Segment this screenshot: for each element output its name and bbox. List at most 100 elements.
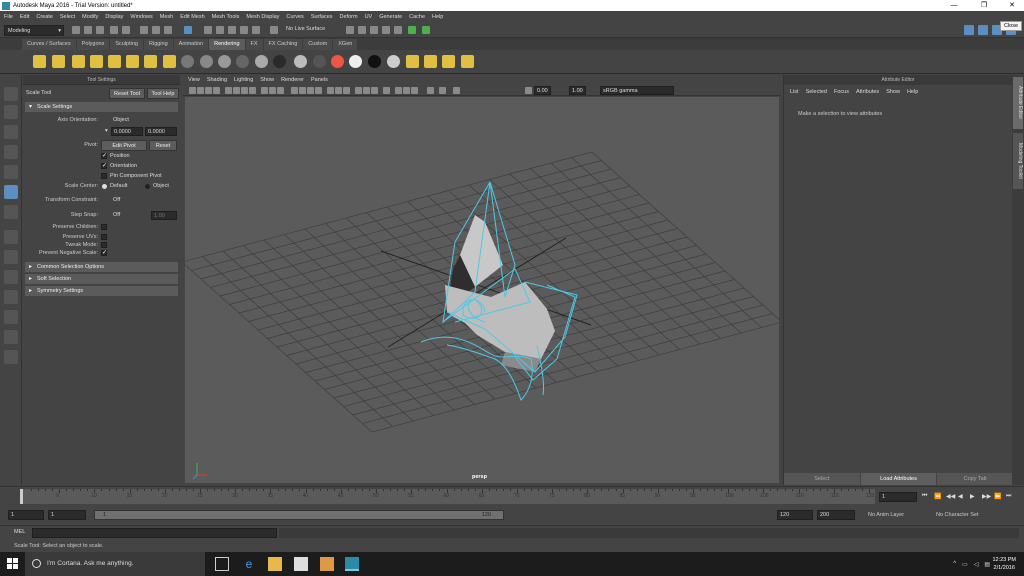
perspective-viewport[interactable]: persp (181, 97, 783, 483)
multisample-aa-icon[interactable] (371, 87, 378, 94)
ramp-shader-icon[interactable] (331, 55, 344, 68)
menu-curves[interactable]: Curves (286, 14, 303, 20)
grid-toggle-icon[interactable] (225, 87, 232, 94)
modeling-toolkit-tab[interactable]: Modeling Toolkit (1013, 133, 1023, 189)
menu-help[interactable]: Help (432, 14, 443, 20)
command-input[interactable] (32, 528, 277, 538)
blinn-shader-icon[interactable] (181, 55, 194, 68)
menu-windows[interactable]: Windows (130, 14, 152, 20)
gamma-icon[interactable] (453, 87, 460, 94)
minimize-button[interactable]: — (940, 0, 968, 11)
gate-mask-icon[interactable] (249, 87, 256, 94)
viewport-menu-renderer[interactable]: Renderer (281, 77, 304, 83)
playback-button-0[interactable]: ⏮ (922, 493, 927, 500)
playback-button-6[interactable]: ⏩ (994, 493, 1001, 500)
persp-graph-icon[interactable] (4, 290, 18, 304)
axis-dropdown-icon[interactable]: ▾ (103, 127, 111, 136)
menu-select[interactable]: Select (60, 14, 75, 20)
depth-of-field-icon[interactable] (383, 87, 390, 94)
camera-attributes-icon[interactable] (197, 87, 204, 94)
menu-uv[interactable]: UV (365, 14, 373, 20)
black-shader-icon[interactable] (368, 55, 381, 68)
character-set-dropdown[interactable]: No Character Set (936, 512, 979, 518)
redo-icon[interactable] (122, 26, 130, 34)
bookmark-icon[interactable] (205, 87, 212, 94)
playback-button-5[interactable]: ▶▶ (982, 493, 991, 500)
select-camera-icon[interactable] (189, 87, 196, 94)
close-button[interactable]: ✕ (998, 0, 1024, 11)
outliner-layout-icon[interactable] (4, 330, 18, 344)
shelf-tab-sculpting[interactable]: Sculpting (110, 39, 143, 50)
common-selection-options-header[interactable]: Common Selection Options (25, 262, 178, 272)
snap-view-icon[interactable] (240, 26, 248, 34)
snap-grid-icon[interactable] (204, 26, 212, 34)
render-settings-icon[interactable] (394, 26, 402, 34)
white-shader-icon[interactable] (349, 55, 362, 68)
menu-create[interactable]: Create (36, 14, 53, 20)
wireframe-icon[interactable] (291, 87, 298, 94)
xgen-icon[interactable] (422, 26, 430, 34)
soft-selection-header[interactable]: Soft Selection (25, 274, 178, 284)
shelf-tab-custom[interactable]: Custom (303, 39, 333, 50)
preserve-children-checkbox[interactable] (101, 224, 107, 230)
lasso-tool-icon[interactable] (4, 105, 18, 119)
field-chart-icon[interactable] (261, 87, 268, 94)
ipr-render-icon[interactable] (382, 26, 390, 34)
shelf-tab-curves-surfaces[interactable]: Curves / Surfaces (22, 39, 76, 50)
store-icon[interactable] (294, 557, 308, 571)
snap-surface-icon[interactable] (252, 26, 260, 34)
playback-end-field[interactable]: 120 (777, 510, 813, 520)
axis-field-2[interactable]: 0.0000 (145, 127, 177, 136)
reset-pivot-button[interactable]: Reset (149, 140, 177, 151)
image-plane-icon[interactable] (213, 87, 220, 94)
move-tool-icon[interactable] (4, 145, 18, 159)
anim-layer-dropdown[interactable]: No Anim Layer (868, 512, 904, 518)
maya-taskbar-icon[interactable] (345, 557, 359, 571)
menu-mesh-tools[interactable]: Mesh Tools (212, 14, 240, 20)
scale-center-object-radio[interactable] (145, 184, 150, 189)
file-explorer-icon[interactable] (268, 557, 282, 571)
shadows-icon[interactable] (343, 87, 350, 94)
select-button[interactable]: Select (784, 473, 860, 485)
volume-icon[interactable]: ◁ (974, 561, 979, 568)
camera-aim-icon[interactable] (163, 55, 176, 68)
paint-select-icon[interactable] (4, 125, 18, 139)
viewport-menu-panels[interactable]: Panels (311, 77, 328, 83)
directional-light-icon[interactable] (52, 55, 65, 68)
toon-shader-icon[interactable] (387, 55, 400, 68)
render-frame-icon[interactable] (370, 26, 378, 34)
spot-light-icon[interactable] (90, 55, 103, 68)
ocean-shader-icon[interactable] (273, 55, 286, 68)
menu-edit[interactable]: Edit (20, 14, 29, 20)
ae-menu-help[interactable]: Help (907, 89, 918, 95)
step-snap-dropdown[interactable]: Off (113, 212, 120, 218)
color-space-dropdown[interactable]: sRGB gamma (600, 86, 674, 95)
office-app-icon[interactable] (320, 557, 334, 571)
current-time-marker[interactable] (20, 489, 23, 504)
menu-modify[interactable]: Modify (82, 14, 98, 20)
surface-shader-icon[interactable] (255, 55, 268, 68)
select-tool-mode-icon[interactable] (184, 26, 192, 34)
shelf-tab-xgen[interactable]: XGen (333, 39, 358, 50)
symmetry-settings-header[interactable]: Symmetry Settings (25, 286, 178, 296)
task-view-icon[interactable] (215, 557, 229, 571)
notifications-icon[interactable]: ▤ (984, 561, 990, 568)
history-icon[interactable] (346, 26, 354, 34)
layout-icon[interactable] (964, 25, 974, 35)
preserve-uvs-checkbox[interactable] (101, 234, 107, 240)
playback-button-1[interactable]: ⏪ (934, 493, 941, 500)
hypershade-layout-icon[interactable] (4, 310, 18, 324)
viewport-menu-shading[interactable]: Shading (207, 77, 227, 83)
prevent-negative-scale-checkbox[interactable] (101, 249, 107, 256)
transform-constraint-dropdown[interactable]: Off (113, 197, 120, 203)
point-light-icon[interactable] (72, 55, 85, 68)
edit-pivot-button[interactable]: Edit Pivot (101, 140, 147, 151)
xray-icon[interactable] (403, 87, 410, 94)
shelf-tab-animation[interactable]: Animation (173, 39, 209, 50)
render-view-shelf-icon[interactable] (424, 55, 437, 68)
motion-blur-icon[interactable] (363, 87, 370, 94)
axis-field-1[interactable]: 0.0000 (111, 127, 143, 136)
tweak-mode-checkbox[interactable] (101, 242, 107, 248)
shelf-tab-polygons[interactable]: Polygons (76, 39, 110, 50)
textured-icon[interactable] (327, 87, 334, 94)
